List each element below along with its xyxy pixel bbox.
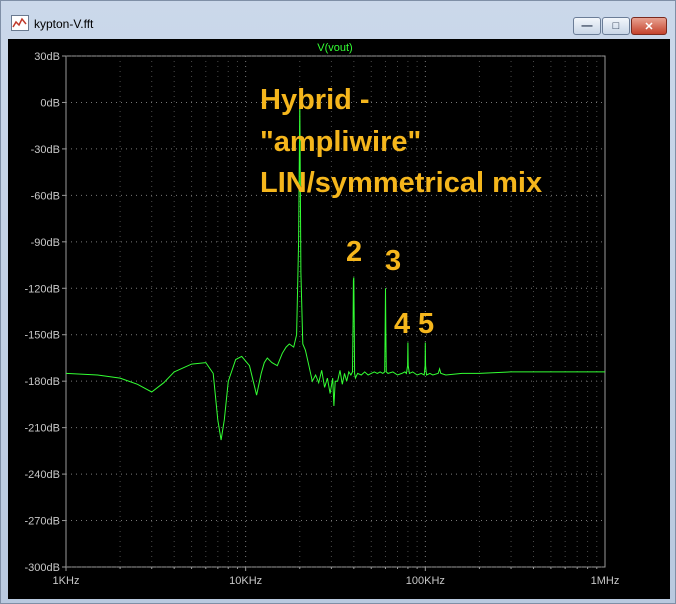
x-tick-label: 100KHz	[406, 575, 445, 587]
trace-label[interactable]: V(vout)	[317, 42, 352, 54]
harmonic-label-5: 5	[418, 308, 434, 340]
y-tick-label: 0dB	[40, 97, 60, 109]
x-tick-label: 1KHz	[53, 575, 80, 587]
y-tick-label: -90dB	[31, 237, 60, 249]
minimize-icon: —	[581, 20, 593, 32]
harmonic-label-2: 2	[346, 236, 362, 268]
harmonic-label-4: 4	[394, 308, 410, 340]
x-tick-label: 10KHz	[229, 575, 262, 587]
x-axis: 1KHz 10KHz 100KHz 1MHz	[53, 567, 620, 587]
y-tick-label: -300dB	[25, 562, 60, 574]
y-tick-label: -270dB	[25, 516, 60, 528]
fft-plot[interactable]: V(vout) 30dB 0dB -30dB -60dB -90dB -120dB -150…	[8, 39, 670, 599]
plot-pane[interactable]: V(vout) 30dB 0dB -30dB -60dB -90dB -120dB -150…	[8, 39, 670, 599]
harmonic-label-3: 3	[385, 245, 401, 277]
y-axis: 30dB 0dB -30dB -60dB -90dB -120dB -150dB -180dB…	[25, 51, 66, 574]
waveform-icon	[11, 15, 29, 31]
y-tick-label: -30dB	[31, 144, 60, 156]
y-tick-label: -60dB	[31, 190, 60, 202]
annotation-title-line2: "ampliwire"	[260, 126, 421, 158]
y-tick-label: -150dB	[25, 330, 60, 342]
close-icon: ✕	[644, 20, 654, 33]
annotations: Hybrid - "ampliwire" LIN/symmetrical mix…	[260, 84, 542, 340]
close-button[interactable]: ✕	[631, 17, 667, 35]
maximize-icon: □	[612, 20, 620, 32]
maximize-button[interactable]: □	[602, 17, 630, 35]
annotation-title-line3: LIN/symmetrical mix	[260, 167, 542, 199]
minimize-button[interactable]: —	[573, 17, 601, 35]
y-tick-label: -180dB	[25, 376, 60, 388]
y-tick-label: 30dB	[34, 51, 60, 63]
window-title: kypton-V.fft	[34, 17, 94, 31]
y-tick-label: -240dB	[25, 469, 60, 481]
y-tick-label: -120dB	[25, 283, 60, 295]
title-bar[interactable]: kypton-V.fft — □ ✕	[1, 1, 675, 37]
y-tick-label: -210dB	[25, 423, 60, 435]
x-tick-label: 1MHz	[591, 575, 620, 587]
app-window: kypton-V.fft — □ ✕ V(vout) 30dB 0dB -30dB -…	[0, 0, 676, 604]
annotation-title-line1: Hybrid -	[260, 84, 370, 116]
